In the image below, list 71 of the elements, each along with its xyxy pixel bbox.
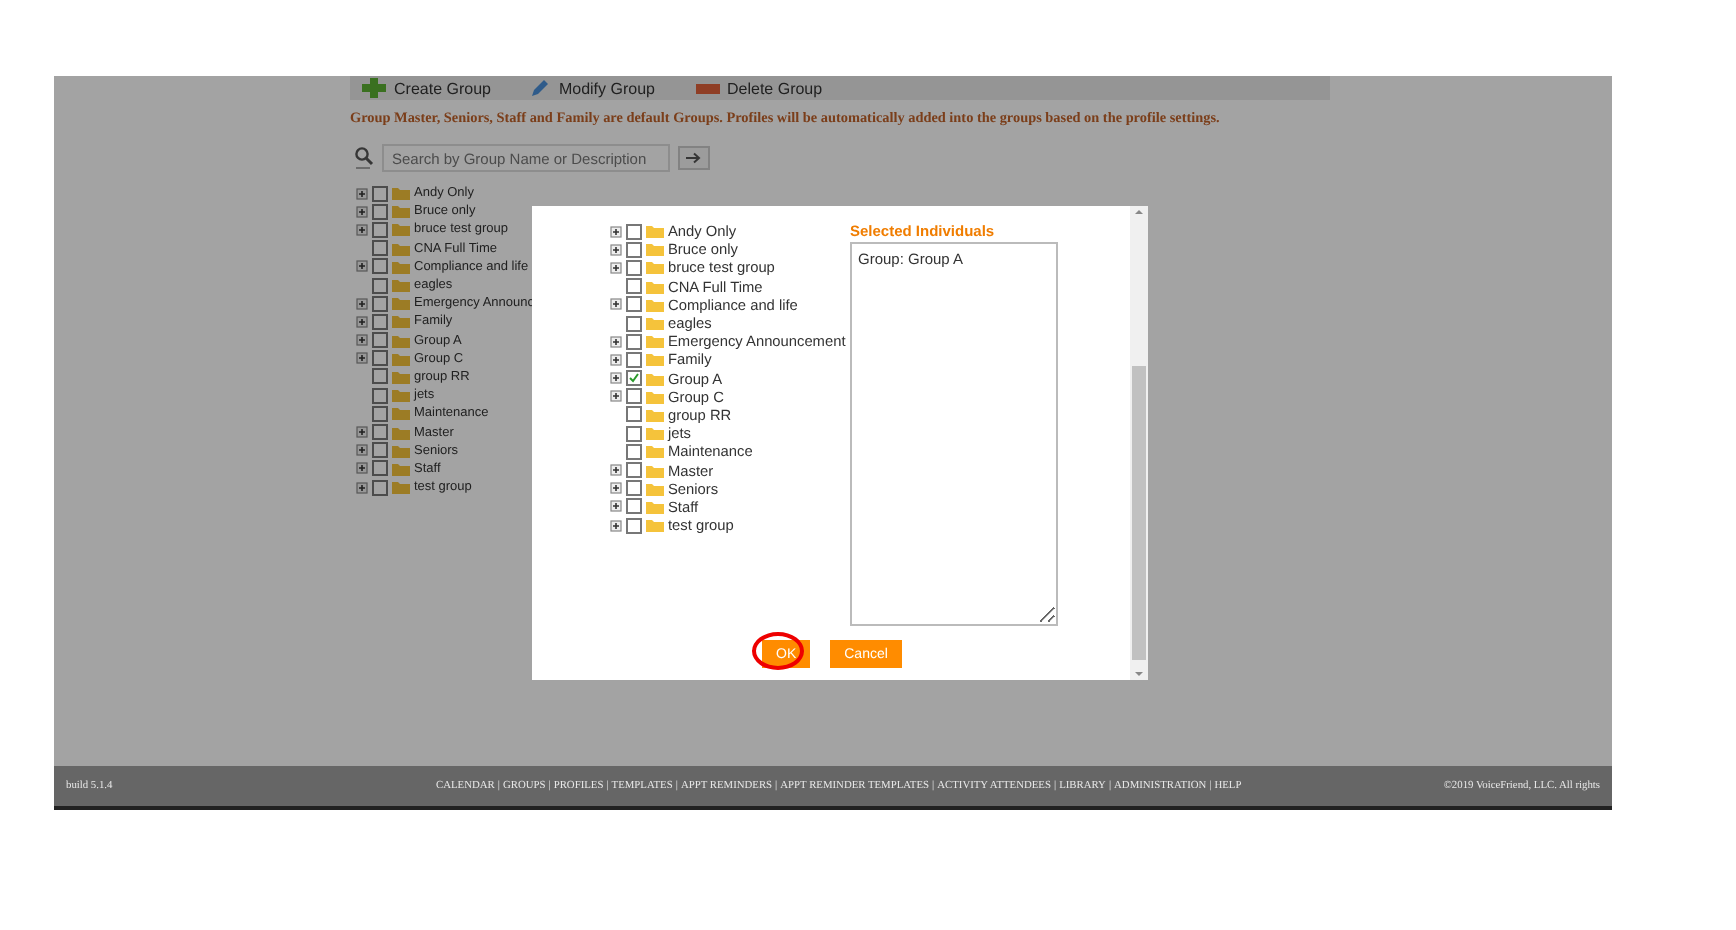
checkbox[interactable] [626,388,642,405]
checkbox[interactable] [626,223,642,240]
expand-icon[interactable] [610,353,622,366]
search-icon [354,146,374,170]
checkbox[interactable] [626,425,642,442]
expand-icon[interactable] [610,519,622,532]
plus-icon [362,78,386,98]
pencil-icon [530,78,551,98]
checkbox[interactable] [372,368,388,385]
expand-icon[interactable] [610,372,622,385]
expand-icon[interactable] [610,298,622,311]
checkbox[interactable] [372,313,388,330]
expand-icon[interactable] [610,464,622,477]
checkbox[interactable] [626,351,642,368]
checkbox[interactable] [626,370,642,387]
expand-icon[interactable] [356,462,368,475]
checkbox[interactable] [372,258,388,275]
checkbox[interactable] [626,462,642,479]
checkbox[interactable] [372,221,388,238]
checkbox[interactable] [626,498,642,515]
go-button[interactable] [678,146,710,170]
checkbox[interactable] [626,443,642,460]
expand-icon[interactable] [356,260,368,273]
checkbox[interactable] [626,278,642,295]
expand-icon[interactable] [356,223,368,236]
checkbox[interactable] [372,479,388,496]
up-arrow-icon[interactable] [1130,206,1148,218]
scroll-thumb[interactable] [1132,366,1146,660]
expand-icon[interactable] [610,243,622,256]
checkbox[interactable] [372,240,388,257]
expand-icon[interactable] [610,335,622,348]
expand-icon[interactable] [610,225,622,238]
toolbar-link[interactable]: Modify Group [558,79,655,97]
expand-icon[interactable] [356,334,368,347]
expand-icon[interactable] [356,187,368,200]
checkbox[interactable] [372,424,388,441]
down-arrow-icon[interactable] [1130,668,1148,680]
scrollbar[interactable] [1130,206,1148,680]
checkbox[interactable] [626,480,642,497]
checkbox[interactable] [372,460,388,477]
toolbar-link[interactable]: Delete Group [727,79,823,97]
checkbox[interactable] [372,442,388,459]
checkbox[interactable] [626,517,642,534]
minus-icon [695,83,719,93]
expand-icon[interactable] [356,352,368,365]
checkbox[interactable] [372,387,388,404]
arrow-icon [686,152,702,164]
checkbox[interactable] [372,350,388,367]
checkbox[interactable] [372,277,388,294]
expand-icon[interactable] [610,261,622,274]
checkbox[interactable] [372,405,388,422]
expand-icon[interactable] [610,390,622,403]
expand-icon[interactable] [610,482,622,495]
checkbox[interactable] [626,296,642,313]
checkbox[interactable] [626,333,642,350]
checkbox[interactable] [626,315,642,332]
expand-icon[interactable] [610,500,622,513]
checkbox[interactable] [372,203,388,220]
expand-icon[interactable] [356,426,368,439]
expand-icon[interactable] [356,481,368,494]
checkbox[interactable] [626,259,642,276]
checkbox[interactable] [372,332,388,349]
toolbar-link[interactable]: Create Group [394,79,491,97]
expand-icon[interactable] [356,315,368,328]
expand-icon[interactable] [356,297,368,310]
expand-icon[interactable] [356,444,368,457]
checkbox[interactable] [372,185,388,202]
checkbox[interactable] [372,295,388,312]
checkbox[interactable] [626,406,642,423]
expand-icon[interactable] [356,205,368,218]
checkbox[interactable] [626,241,642,258]
